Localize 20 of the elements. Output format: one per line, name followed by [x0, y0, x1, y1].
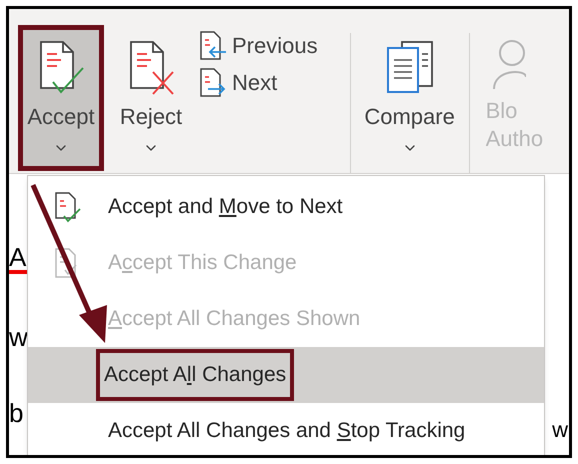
menu-item[interactable]: Accept and Move to Next: [28, 179, 544, 235]
menu-item[interactable]: Accept All Changes and Stop Tracking: [28, 403, 544, 455]
ribbon-label: Autho: [486, 125, 544, 153]
menu-item-label: Accept This Change: [107, 250, 298, 276]
document-left-arrow-icon: [198, 30, 228, 62]
menu-item-label: Accept All Changes Shown: [107, 306, 362, 332]
document-right-arrow-icon: [198, 66, 228, 98]
ribbon-label: Blo: [486, 97, 518, 125]
menu-item-label: Accept All Changes and Stop Tracking: [107, 418, 466, 444]
ribbon-button[interactable]: Accept: [18, 25, 104, 171]
document-text: w: [9, 324, 29, 350]
menu-item[interactable]: Accept All Changes: [28, 347, 544, 403]
ribbon-button[interactable]: Reject: [108, 25, 194, 171]
ribbon-button[interactable]: Compare: [366, 25, 453, 171]
document-text: w: [552, 419, 568, 441]
document-text: b: [9, 400, 24, 426]
ribbon-button[interactable]: Next: [198, 66, 318, 99]
menu-item-label: Accept and Move to Next: [107, 194, 344, 220]
menu-item-label: Accept All Changes: [96, 349, 294, 401]
ribbon-button[interactable]: Previous: [198, 29, 318, 62]
